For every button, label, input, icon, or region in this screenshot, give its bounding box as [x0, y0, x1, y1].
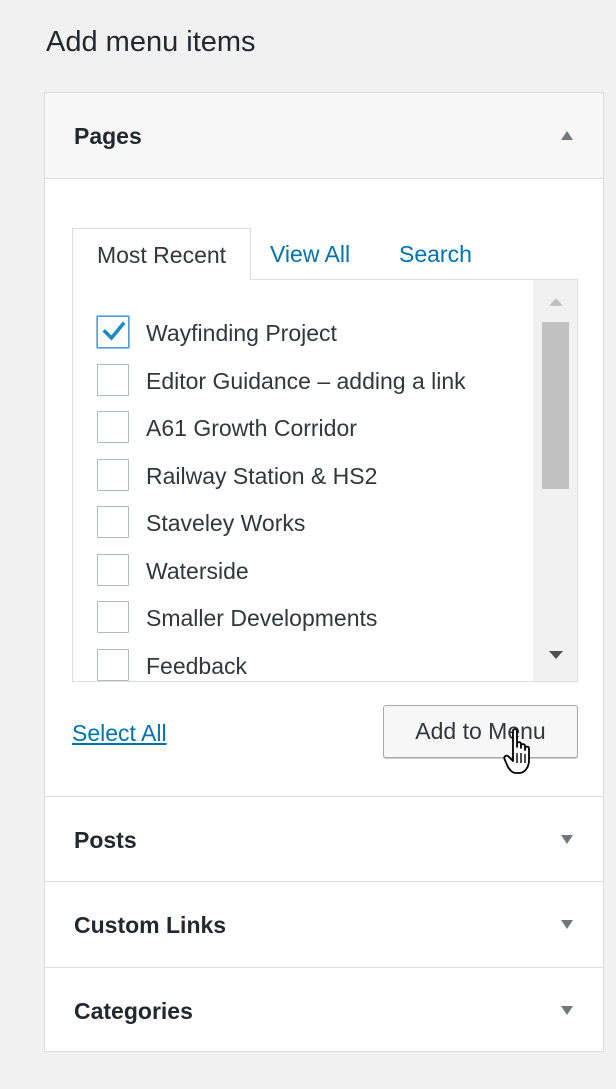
list-item[interactable]: Waterside: [97, 554, 537, 588]
posts-section-header[interactable]: Posts: [45, 796, 603, 882]
list-item[interactable]: Staveley Works: [97, 506, 537, 540]
page-checkbox[interactable]: [97, 506, 129, 538]
checkmark-icon: [102, 321, 126, 341]
categories-section-title: Categories: [74, 998, 193, 1024]
page-checkbox[interactable]: [97, 411, 129, 443]
list-item[interactable]: Editor Guidance – adding a link: [97, 364, 537, 398]
pages-section-title: Pages: [74, 123, 142, 149]
page-item-label: Feedback: [146, 653, 248, 679]
list-scrollbar[interactable]: [533, 280, 577, 681]
page-item-label: Railway Station & HS2: [146, 463, 378, 489]
page-checkbox[interactable]: [97, 459, 129, 491]
add-to-menu-button[interactable]: Add to Menu: [383, 705, 578, 758]
list-item[interactable]: Wayfinding Project: [97, 316, 537, 350]
pages-checklist: Wayfinding Project Editor Guidance – add…: [73, 280, 535, 681]
page-title: Add menu items: [46, 26, 256, 58]
page-checkbox[interactable]: [97, 601, 129, 633]
page-item-label: Wayfinding Project: [146, 320, 337, 346]
tab-most-recent[interactable]: Most Recent: [72, 228, 251, 280]
arrow-down-icon[interactable]: [561, 920, 573, 929]
hand-pointer-cursor-icon: [503, 728, 530, 774]
page-checkbox[interactable]: [97, 649, 129, 681]
page-item-label: Staveley Works: [146, 510, 306, 536]
scrollbar-thumb[interactable]: [542, 322, 569, 489]
posts-section-title: Posts: [74, 827, 137, 853]
list-item[interactable]: Feedback: [97, 649, 537, 681]
scroll-down-arrow-icon[interactable]: [549, 651, 563, 659]
page-item-label: A61 Growth Corridor: [146, 415, 357, 441]
custom-links-section-title: Custom Links: [74, 912, 227, 938]
arrow-down-icon[interactable]: [561, 835, 573, 844]
pages-section-header[interactable]: Pages: [45, 93, 603, 179]
page-item-label: Editor Guidance – adding a link: [146, 368, 466, 394]
list-item[interactable]: Smaller Developments: [97, 601, 537, 635]
pages-list-panel: Wayfinding Project Editor Guidance – add…: [72, 279, 578, 682]
arrow-up-icon[interactable]: [561, 131, 573, 140]
page-item-label: Smaller Developments: [146, 605, 378, 631]
list-item[interactable]: A61 Growth Corridor: [97, 411, 537, 445]
select-all-link[interactable]: Select All: [72, 717, 167, 749]
page-checkbox[interactable]: [97, 316, 129, 348]
page-item-label: Waterside: [146, 558, 249, 584]
page-checkbox[interactable]: [97, 364, 129, 396]
menu-items-accordion: Pages Most Recent View All Search Wayfin…: [44, 92, 604, 1052]
categories-section-header[interactable]: Categories: [45, 968, 603, 1054]
custom-links-section-header[interactable]: Custom Links: [45, 882, 603, 968]
tab-search[interactable]: Search: [399, 228, 472, 280]
scroll-up-arrow-icon[interactable]: [549, 298, 563, 306]
page-checkbox[interactable]: [97, 554, 129, 586]
list-item[interactable]: Railway Station & HS2: [97, 459, 537, 493]
tab-view-all[interactable]: View All: [270, 228, 350, 280]
arrow-down-icon[interactable]: [561, 1006, 573, 1015]
